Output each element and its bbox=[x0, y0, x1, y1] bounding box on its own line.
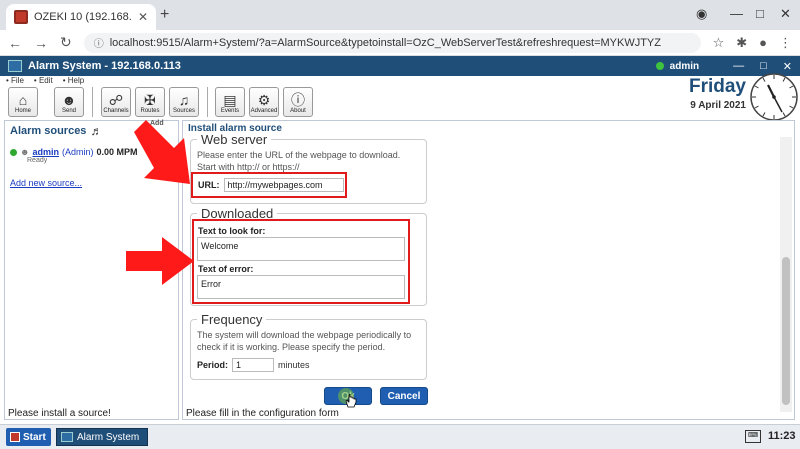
maximize-icon[interactable]: □ bbox=[756, 6, 764, 21]
routes-button[interactable]: ✠ Routes bbox=[135, 87, 165, 117]
channels-icon: ☍ bbox=[108, 92, 124, 108]
menu-icon[interactable]: ⋮ bbox=[779, 35, 792, 51]
vertical-scrollbar[interactable] bbox=[780, 137, 792, 412]
events-button[interactable]: ▤ Events bbox=[215, 87, 245, 117]
toolbar-divider bbox=[207, 87, 208, 117]
tab-title: OZEKI 10 (192.168.0.113) bbox=[34, 11, 132, 23]
period-unit: minutes bbox=[278, 360, 310, 370]
hand-cursor-icon bbox=[345, 394, 357, 408]
speaker-icon: ♫ bbox=[178, 92, 190, 108]
close-icon[interactable]: ✕ bbox=[780, 6, 791, 22]
toolbar-divider bbox=[92, 87, 93, 117]
period-input[interactable]: 1 bbox=[232, 358, 275, 372]
taskbar: Start Alarm System ⌨ 11:23 bbox=[0, 424, 800, 449]
red-arrow-icon bbox=[126, 237, 194, 285]
start-button[interactable]: Start bbox=[6, 428, 51, 446]
routes-icon: ✠ bbox=[144, 92, 156, 108]
back-icon[interactable]: ← bbox=[8, 35, 22, 51]
home-button[interactable]: ⌂ Home bbox=[8, 87, 38, 117]
tab-close-icon[interactable]: ✕ bbox=[138, 10, 148, 24]
info-icon[interactable]: ⓘ bbox=[94, 35, 104, 50]
menu-edit[interactable]: • Edit bbox=[34, 76, 53, 87]
start-icon bbox=[10, 432, 20, 442]
user-name[interactable]: admin bbox=[670, 61, 699, 72]
new-tab-icon[interactable]: + bbox=[160, 6, 169, 24]
app-header: Alarm System - 192.168.0.113 admin — □ ✕ bbox=[0, 56, 800, 76]
taskbar-clock: 11:23 bbox=[768, 430, 796, 442]
group-description: The system will download the webpage per… bbox=[197, 330, 412, 352]
group-legend: Frequency bbox=[201, 312, 263, 327]
url-text: localhost:9515/Alarm+System/?a=AlarmSour… bbox=[109, 36, 661, 49]
forward-icon[interactable]: → bbox=[34, 35, 48, 51]
cancel-button[interactable]: Cancel bbox=[380, 387, 428, 405]
ozeki-favicon-icon bbox=[14, 10, 28, 24]
app-icon bbox=[61, 432, 73, 442]
menu-file[interactable]: • File bbox=[6, 76, 24, 87]
period-label: Period: bbox=[197, 360, 229, 370]
info-icon: ⓘ bbox=[291, 92, 305, 108]
advanced-button[interactable]: ⚙ Advanced bbox=[249, 87, 279, 117]
date-display: Friday 9 April 2021 bbox=[660, 76, 746, 111]
frequency-group: Frequency The system will download the w… bbox=[190, 312, 427, 380]
star-icon[interactable]: ☆ bbox=[713, 35, 725, 51]
app-title: Alarm System - 192.168.0.113 bbox=[28, 60, 181, 72]
about-button[interactable]: ⓘ About bbox=[283, 87, 313, 117]
source-role: (Admin) bbox=[62, 147, 94, 157]
extensions-icon[interactable]: ✱ bbox=[736, 35, 747, 51]
url-highlight-box bbox=[191, 172, 347, 198]
status-dot-icon bbox=[10, 148, 17, 156]
source-name-link[interactable]: admin bbox=[32, 147, 59, 157]
profile-icon[interactable]: ◉ bbox=[696, 6, 707, 22]
day-name: Friday bbox=[688, 76, 746, 97]
red-arrow-icon bbox=[134, 120, 190, 184]
app-icon bbox=[8, 60, 22, 72]
scrollbar-thumb[interactable] bbox=[782, 257, 790, 405]
analog-clock-icon bbox=[750, 73, 798, 121]
date-text: 9 April 2021 bbox=[690, 100, 746, 111]
taskbar-item-alarm-system[interactable]: Alarm System bbox=[56, 428, 148, 446]
user-icon: ☻ bbox=[61, 92, 77, 108]
group-description: Please enter the URL of the webpage to d… bbox=[197, 150, 401, 172]
document-icon: ▤ bbox=[223, 92, 237, 108]
panel-title: Alarm sources bbox=[10, 125, 87, 137]
app-close-icon[interactable]: ✕ bbox=[783, 60, 792, 73]
app-maximize-icon[interactable]: □ bbox=[760, 60, 767, 72]
online-status-icon bbox=[655, 62, 664, 70]
reload-icon[interactable]: ↻ bbox=[60, 34, 72, 51]
channels-button[interactable]: ☍ Channels bbox=[101, 87, 131, 117]
browser-tab-bar: OZEKI 10 (192.168.0.113) ✕ + ◉ — □ ✕ bbox=[0, 0, 800, 30]
keyboard-icon[interactable]: ⌨ bbox=[745, 430, 761, 443]
browser-tab[interactable]: OZEKI 10 (192.168.0.113) ✕ bbox=[6, 4, 156, 30]
app-minimize-icon[interactable]: — bbox=[733, 60, 744, 72]
gear-icon: ⚙ bbox=[257, 92, 271, 108]
home-icon: ⌂ bbox=[18, 92, 28, 108]
address-bar: ← → ↻ ⓘ localhost:9515/Alarm+System/?a=A… bbox=[0, 30, 800, 56]
url-input[interactable]: ⓘ localhost:9515/Alarm+System/?a=AlarmSo… bbox=[83, 32, 701, 53]
left-status-text: Please install a source! bbox=[8, 408, 111, 419]
sources-button[interactable]: ♫ Sources bbox=[169, 87, 199, 117]
main-status-text: Please fill in the configuration form bbox=[186, 408, 339, 419]
account-icon[interactable]: ● bbox=[759, 35, 767, 50]
minimize-icon[interactable]: — bbox=[730, 6, 743, 21]
speaker-icon: ♬ bbox=[90, 124, 103, 138]
menu-help[interactable]: • Help bbox=[63, 76, 84, 87]
group-legend: Web server bbox=[201, 132, 268, 147]
downloaded-highlight-box bbox=[192, 219, 410, 304]
send-button[interactable]: ☻ Send bbox=[54, 87, 84, 117]
period-row: Period: 1 minutes bbox=[197, 358, 420, 372]
user-icon: ☻ bbox=[20, 147, 30, 157]
